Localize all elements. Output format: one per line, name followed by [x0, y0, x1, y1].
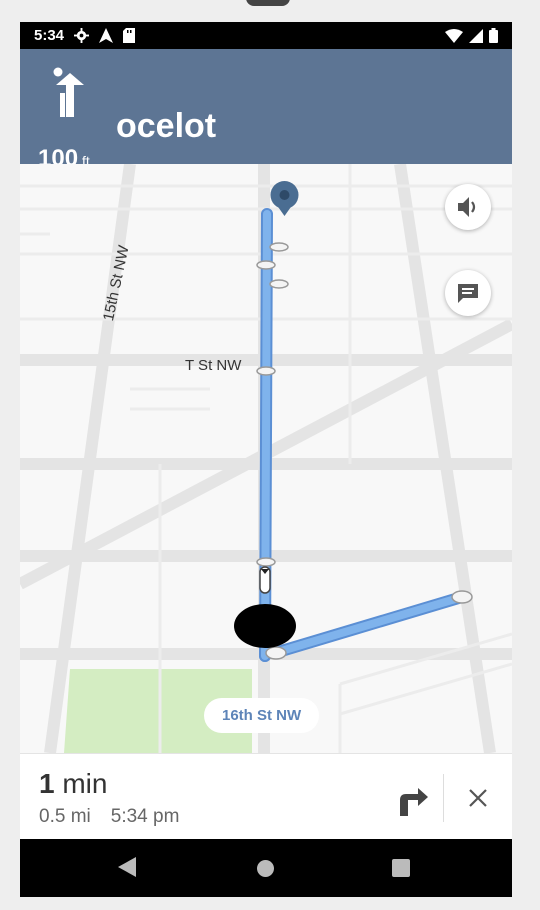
eta-duration: 1 min: [39, 768, 107, 800]
settings-gear-icon: [74, 28, 90, 43]
next-street-name: ocelot: [116, 107, 217, 145]
duration-value: 1: [39, 768, 55, 799]
recents-icon[interactable]: [392, 859, 410, 877]
status-bar: 5:34: [20, 22, 512, 49]
arrival-time: 5:34 pm: [110, 806, 180, 827]
map-view[interactable]: 15th St NW T St NW 16th St NW: [20, 164, 512, 753]
system-navigation-bar: [20, 839, 512, 897]
volume-button[interactable]: [445, 184, 491, 230]
destination-pin: [270, 181, 299, 216]
street-label-16th: 16th St NW: [204, 698, 320, 733]
battery-icon: [489, 28, 498, 43]
turn-slight-left-arrow-icon: [53, 67, 84, 117]
close-icon[interactable]: [464, 784, 492, 812]
message-icon: [458, 284, 478, 303]
home-icon[interactable]: [257, 860, 274, 877]
cell-signal-icon: [469, 28, 483, 43]
duration-unit: min: [62, 768, 108, 799]
trip-info-panel[interactable]: 1 min 0.5 mi 5:34 pm: [20, 753, 512, 840]
eta-details: 0.5 mi 5:34 pm: [39, 806, 179, 828]
app-screen: 5:34 100 ft ocelot 15th St NW T St NW 16…: [20, 22, 512, 897]
sd-card-icon: [123, 28, 136, 43]
volume-icon: [458, 197, 476, 217]
remaining-distance: 0.5 mi: [39, 806, 91, 827]
panel-divider: [443, 774, 444, 822]
wifi-icon: [445, 28, 463, 43]
navigation-header[interactable]: 100 ft ocelot: [20, 49, 512, 172]
report-button[interactable]: [445, 270, 491, 316]
current-location-blob: [234, 604, 296, 648]
status-time: 5:34: [34, 27, 65, 44]
device-notch: [246, 0, 290, 6]
street-label-t-st: T St NW: [185, 357, 242, 374]
map-canvas: [20, 164, 512, 753]
navigation-arrow-icon: [99, 28, 114, 43]
alt-route-icon[interactable]: [392, 778, 430, 816]
back-icon[interactable]: [118, 857, 136, 877]
